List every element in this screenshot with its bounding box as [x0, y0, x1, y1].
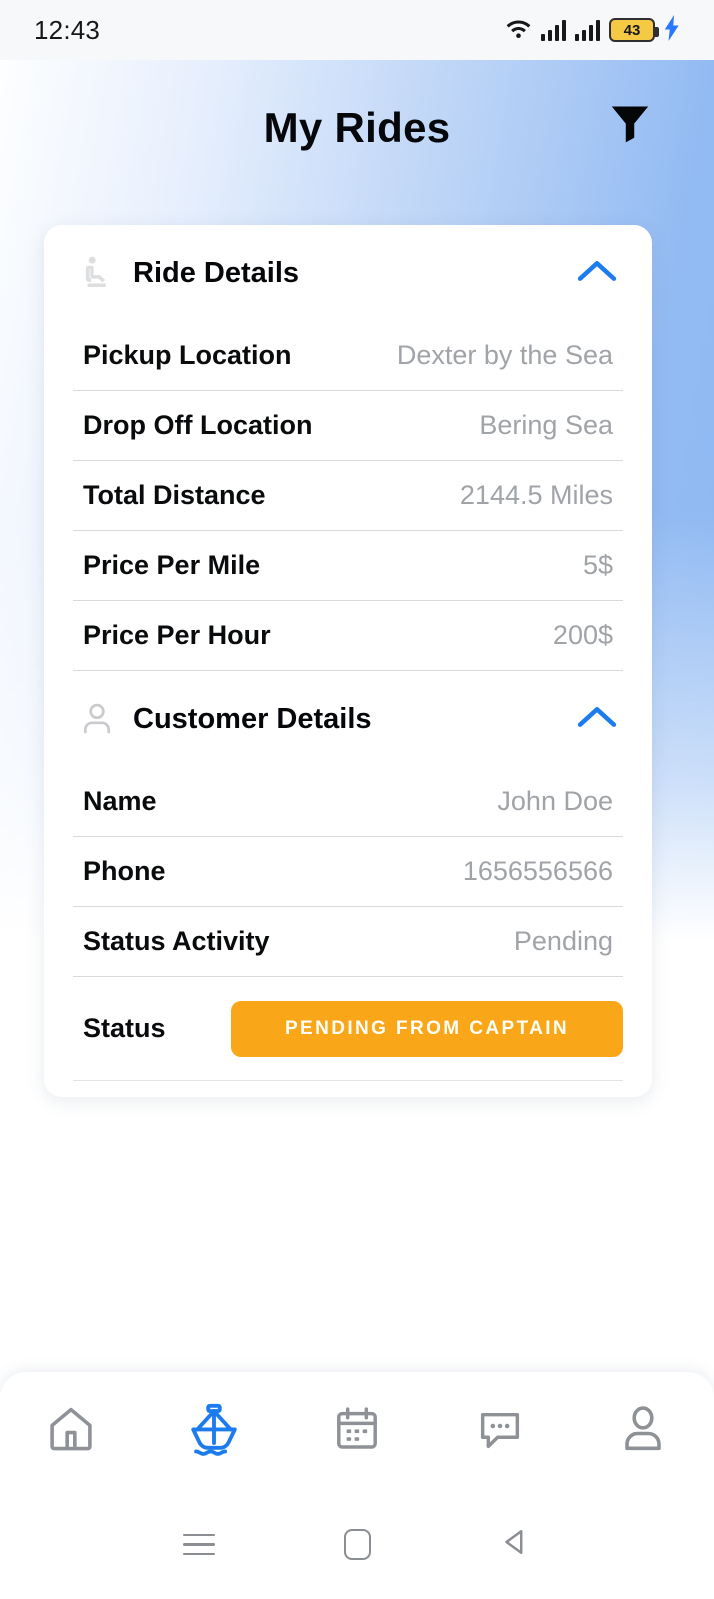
table-row: Drop Off Location Bering Sea	[73, 391, 623, 461]
row-label: Drop Off Location	[83, 410, 313, 440]
status-row: Status PENDING FROM CAPTAIN	[73, 977, 623, 1081]
row-value: John Doe	[497, 786, 613, 816]
customer-details-collapse-button[interactable]	[573, 697, 621, 741]
system-back-button[interactable]	[483, 1513, 547, 1577]
passenger-seat-icon	[75, 251, 119, 295]
row-label: Pickup Location	[83, 340, 292, 370]
row-value: 5$	[582, 550, 613, 580]
charging-bolt-icon	[664, 14, 680, 46]
status-bar-clock: 12:43	[34, 14, 101, 45]
ride-details-title: Ride Details	[133, 256, 299, 289]
status-bar-icons: 43	[505, 14, 680, 46]
table-row: Price Per Hour 200$	[73, 601, 623, 671]
battery-level-label: 43	[623, 21, 641, 39]
wifi-icon	[505, 17, 532, 44]
filter-funnel-icon	[607, 99, 653, 152]
filter-button[interactable]	[602, 94, 658, 156]
row-value: Pending	[513, 926, 613, 956]
row-value: 1656556566	[462, 856, 613, 886]
table-row: Name John Doe	[73, 767, 623, 837]
nav-item-rides[interactable]	[166, 1383, 262, 1479]
table-row: Pickup Location Dexter by the Sea	[73, 321, 623, 391]
home-square-icon	[343, 1529, 371, 1560]
battery-indicator: 43	[609, 18, 659, 42]
page-title: My Rides	[263, 104, 451, 151]
person-icon	[616, 1402, 670, 1461]
chevron-up-icon	[577, 704, 617, 735]
chevron-up-icon	[577, 258, 617, 289]
table-row: Total Distance 2144.5 Miles	[73, 461, 623, 531]
row-label: Status Activity	[83, 926, 270, 956]
card-bottom-spacer	[73, 1081, 623, 1097]
nav-item-chat[interactable]	[452, 1383, 548, 1479]
recents-button[interactable]	[167, 1513, 231, 1577]
ride-details-collapse-button[interactable]	[573, 251, 621, 295]
chat-bubble-icon	[474, 1403, 526, 1460]
row-value: 2144.5 Miles	[459, 480, 613, 510]
row-value: Dexter by the Sea	[396, 340, 613, 370]
ride-details-section-header[interactable]: Ride Details	[73, 225, 623, 321]
nav-item-calendar[interactable]	[309, 1383, 405, 1479]
row-label: Price Per Mile	[83, 550, 261, 580]
table-row: Phone 1656556566	[73, 837, 623, 907]
row-label: Total Distance	[83, 480, 266, 510]
status-badge[interactable]: PENDING FROM CAPTAIN	[231, 1000, 623, 1057]
person-icon	[75, 697, 119, 741]
calendar-icon	[331, 1403, 383, 1460]
home-icon	[44, 1402, 98, 1461]
nav-item-home[interactable]	[23, 1383, 119, 1479]
cellular-signal-icon-1	[541, 19, 566, 41]
cellular-signal-icon-2	[575, 19, 600, 41]
row-label: Price Per Hour	[83, 620, 271, 650]
customer-details-title: Customer Details	[133, 702, 372, 735]
customer-details-section-header[interactable]: Customer Details	[73, 671, 623, 767]
system-navigation-bar	[0, 1490, 714, 1599]
table-row: Price Per Mile 5$	[73, 531, 623, 601]
row-label: Phone	[83, 856, 166, 886]
status-bar: 12:43 43	[0, 0, 714, 60]
table-row: Status Activity Pending	[73, 907, 623, 977]
system-home-button[interactable]	[325, 1513, 389, 1577]
row-label: Name	[83, 786, 157, 816]
recents-menu-icon	[183, 1533, 215, 1556]
status-label: Status	[83, 1013, 166, 1043]
boat-icon	[185, 1400, 243, 1463]
bottom-navigation-bar	[0, 1372, 714, 1490]
ride-details-card: Ride Details Pickup Location Dexter by t…	[44, 225, 652, 1097]
row-value: 200$	[552, 620, 613, 650]
nav-item-profile[interactable]	[595, 1383, 691, 1479]
row-value: Bering Sea	[479, 410, 613, 440]
back-triangle-icon	[498, 1525, 532, 1564]
